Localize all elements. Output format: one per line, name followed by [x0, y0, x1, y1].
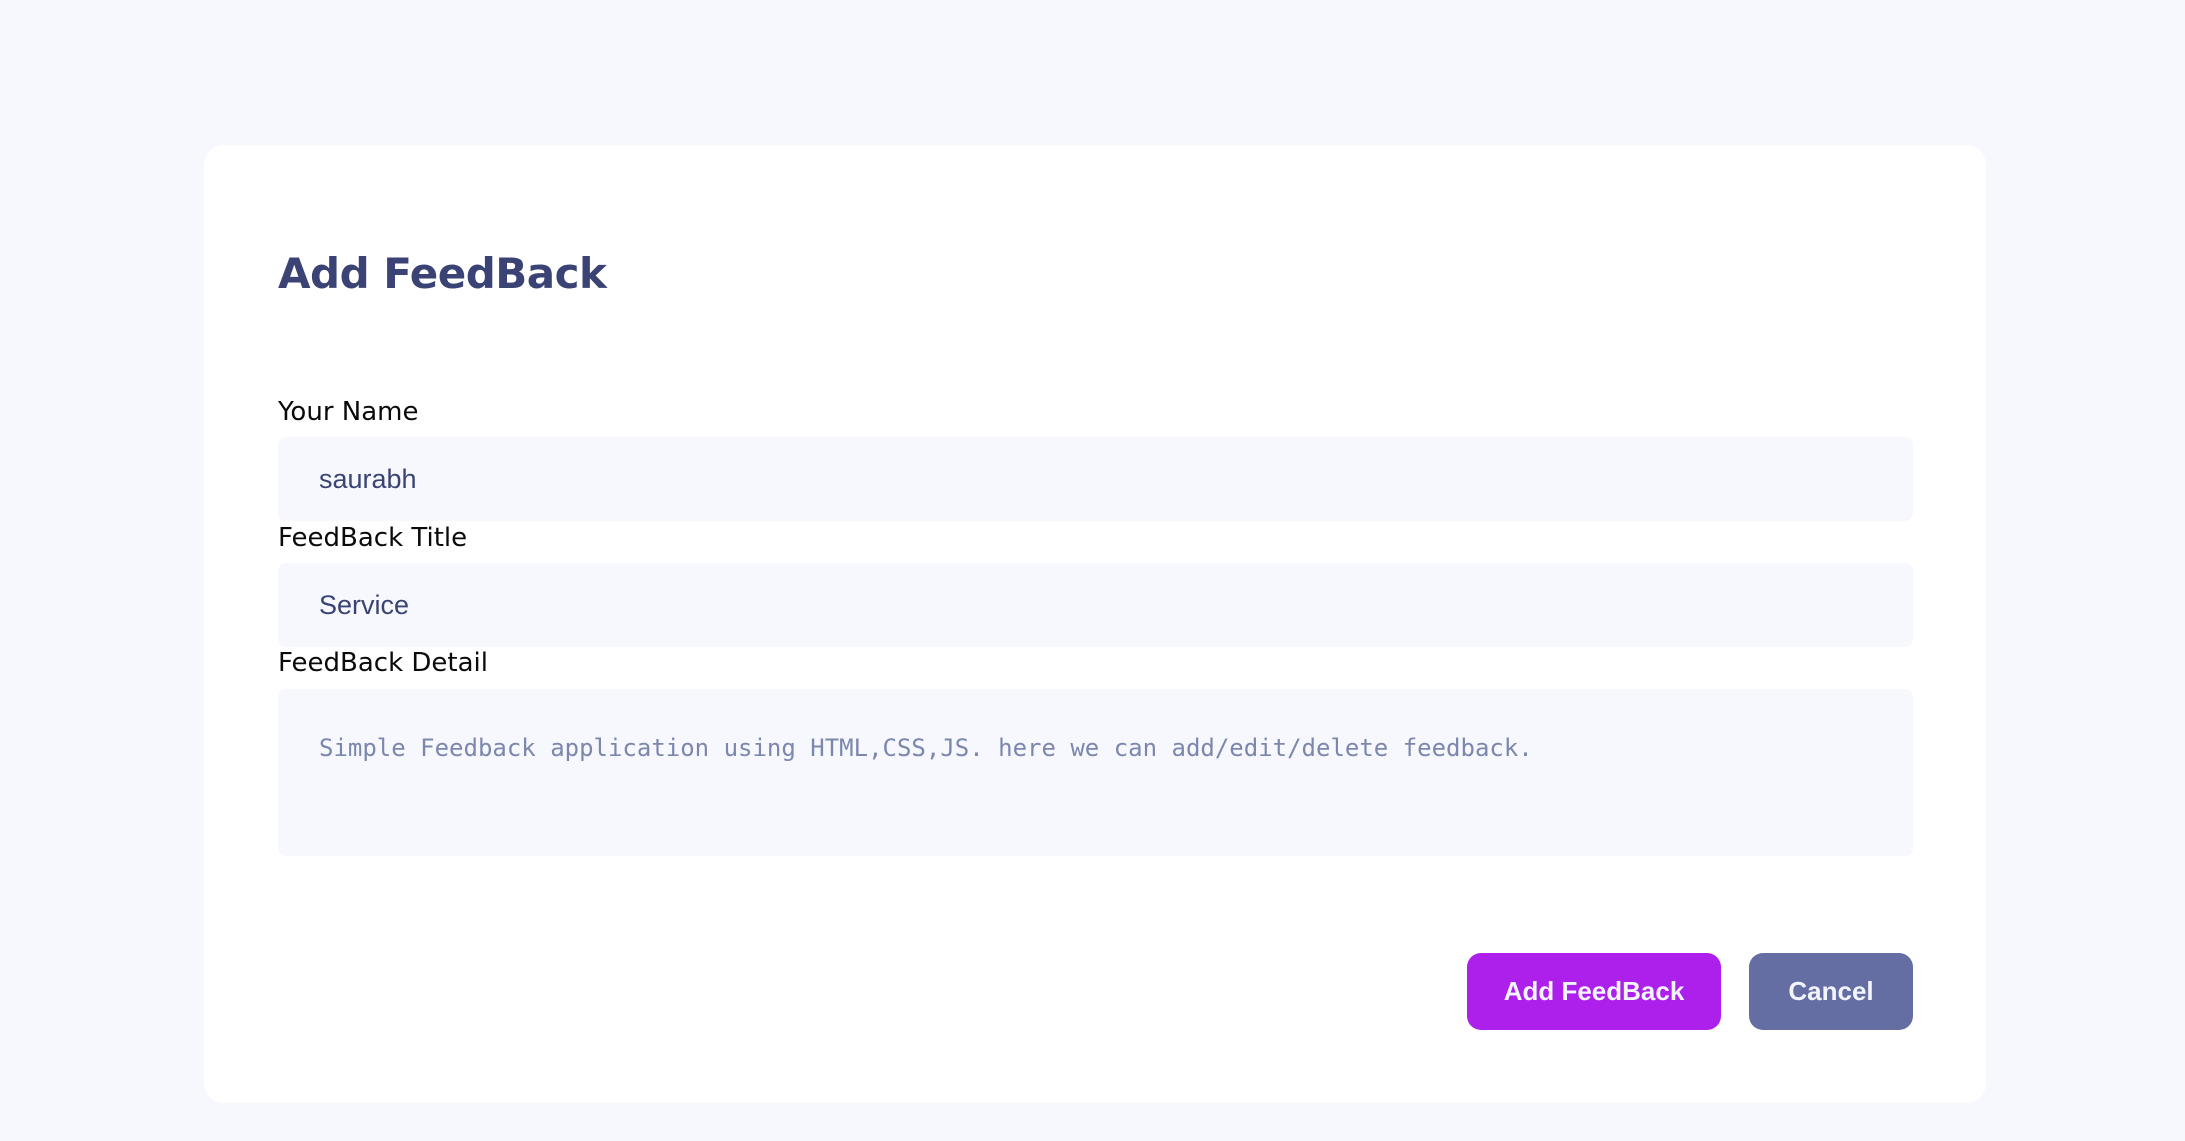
- feedback-title-label: FeedBack Title: [278, 523, 468, 553]
- name-label: Your Name: [278, 397, 419, 427]
- name-input[interactable]: [278, 437, 1913, 521]
- cancel-button[interactable]: Cancel: [1749, 953, 1913, 1030]
- feedback-title-input[interactable]: [278, 563, 1913, 647]
- page-title: Add FeedBack: [278, 249, 607, 298]
- feedback-form-card: Add FeedBack Your Name FeedBack Title Fe…: [204, 145, 1986, 1103]
- feedback-detail-textarea[interactable]: Simple Feedback application using HTML,C…: [278, 689, 1913, 856]
- add-feedback-button[interactable]: Add FeedBack: [1467, 953, 1721, 1030]
- feedback-detail-label: FeedBack Detail: [278, 648, 489, 678]
